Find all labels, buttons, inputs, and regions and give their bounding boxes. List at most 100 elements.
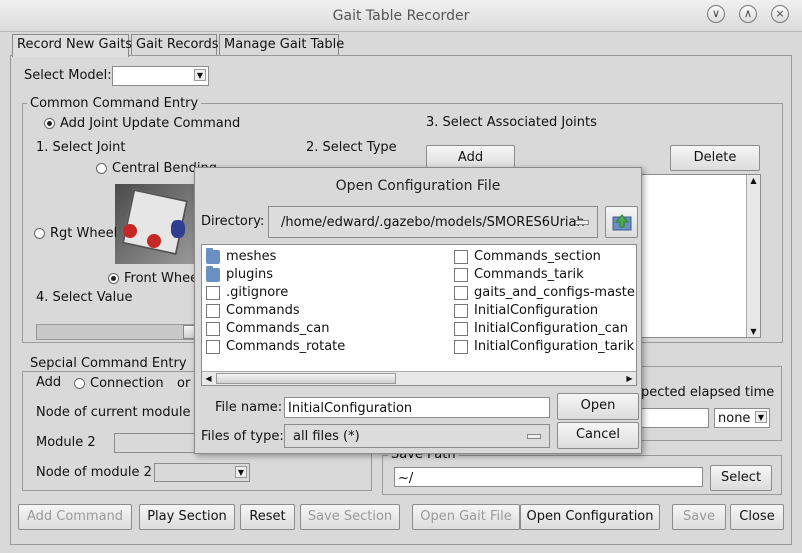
file-name-field[interactable]: InitialConfiguration <box>284 397 550 418</box>
or-label: or <box>177 376 191 391</box>
select-model-label: Select Model: <box>24 68 112 83</box>
rgt-wheel-label: Rgt Wheel <box>50 226 118 241</box>
delete-button[interactable]: Delete <box>670 145 760 171</box>
file-name: Commands <box>226 303 300 318</box>
node-current-label: Node of current module <box>36 405 191 420</box>
node-module2-combo[interactable]: ▼ <box>154 463 250 482</box>
vertical-scrollbar[interactable]: ▲ ▼ <box>746 175 760 337</box>
folder-icon <box>206 265 220 282</box>
connection-label: Connection <box>90 376 164 391</box>
save-path-field[interactable]: ~/ <box>394 467 703 487</box>
list-item[interactable]: InitialConfiguration_tarik <box>454 339 636 357</box>
up-folder-button[interactable] <box>605 206 638 238</box>
front-wheel-radio[interactable] <box>108 273 119 284</box>
files-of-type-label: Files of type: <box>201 429 284 444</box>
tab-gait-records[interactable]: Gait Records <box>131 34 219 56</box>
central-bending-radio[interactable] <box>96 163 107 174</box>
list-item[interactable]: plugins <box>206 265 446 285</box>
directory-value: /home/edward/.gazebo/models/SMORES6Uriah <box>281 215 585 230</box>
window-title: Gait Table Recorder <box>332 8 470 24</box>
open-configuration-button[interactable]: Open Configuration <box>520 504 660 530</box>
files-of-type-value: all files (*) <box>293 429 360 444</box>
list-item[interactable]: gaits_and_configs-master.z <box>454 285 636 303</box>
tab-record-new-gaits[interactable]: Record New Gaits <box>12 34 132 57</box>
step1-label: 1. Select Joint <box>36 140 126 155</box>
list-item[interactable]: .gitignore <box>206 285 446 303</box>
file-name: Commands_rotate <box>226 339 346 354</box>
scroll-right-icon[interactable]: ▶ <box>624 373 635 384</box>
file-icon <box>206 303 220 318</box>
connection-radio[interactable] <box>74 378 85 389</box>
directory-combo[interactable]: /home/edward/.gazebo/models/SMORES6Uriah <box>268 206 598 238</box>
add-joint-label: Add Joint Update Command <box>60 116 241 131</box>
file-name: InitialConfiguration_tarik <box>474 339 635 354</box>
list-item[interactable]: Commands <box>206 303 446 321</box>
scroll-left-icon[interactable]: ◀ <box>203 373 214 384</box>
select-model-combo[interactable]: ▼ <box>112 66 209 86</box>
select-button[interactable]: Select <box>710 465 772 491</box>
wheel-red-front <box>147 234 161 248</box>
special-add-label: Add <box>36 375 62 390</box>
add-command-button[interactable]: Add Command <box>18 504 132 530</box>
file-name: meshes <box>226 249 277 264</box>
open-configuration-dialog: Open Configuration File Directory: /home… <box>194 167 642 454</box>
front-wheel-label: Front Wheel <box>124 271 202 286</box>
dialog-title: Open Configuration File <box>335 178 501 194</box>
file-name: gaits_and_configs-master.z <box>474 285 636 300</box>
add-joint-radio[interactable] <box>44 118 55 129</box>
module2-field[interactable] <box>114 433 196 453</box>
file-name: Commands_section <box>474 249 601 264</box>
file-name: InitialConfiguration <box>474 303 599 318</box>
none-combo[interactable]: none ▼ <box>714 408 770 428</box>
list-item[interactable]: Commands_can <box>206 321 446 339</box>
scroll-up-icon[interactable]: ▲ <box>748 175 759 186</box>
directory-dropdown-icon <box>575 220 589 225</box>
list-item[interactable]: Commands_tarik <box>454 267 636 285</box>
file-column-1: meshes plugins .gitignore Commands Comma… <box>206 247 446 357</box>
tab-manage-gait-table[interactable]: Manage Gait Table <box>219 34 344 56</box>
file-icon <box>206 321 220 336</box>
step3-label: 3. Select Associated Joints <box>426 115 597 130</box>
step2-label: 2. Select Type <box>306 140 397 155</box>
file-name: Commands_can <box>226 321 330 336</box>
list-item[interactable]: meshes <box>206 247 446 267</box>
file-icon <box>454 285 468 300</box>
minimize-icon[interactable]: ∨ <box>707 5 725 23</box>
file-list[interactable]: meshes plugins .gitignore Commands Comma… <box>201 244 637 386</box>
save-section-button[interactable]: Save Section <box>300 504 400 530</box>
module2-label: Module 2 <box>36 435 96 450</box>
open-button[interactable]: Open <box>557 393 639 420</box>
list-item[interactable]: InitialConfiguration_can <box>454 321 636 339</box>
cancel-button[interactable]: Cancel <box>557 422 639 449</box>
play-section-button[interactable]: Play Section <box>139 504 235 530</box>
reset-button[interactable]: Reset <box>240 504 295 530</box>
file-name: plugins <box>226 267 273 282</box>
directory-label: Directory: <box>201 214 265 229</box>
list-item[interactable]: Commands_rotate <box>206 339 446 357</box>
file-name: .gitignore <box>226 285 289 300</box>
maximize-icon[interactable]: ∧ <box>739 5 757 23</box>
horizontal-scrollbar[interactable]: ◀ ▶ <box>202 371 636 385</box>
wheel-red-left <box>123 224 137 238</box>
file-name: InitialConfiguration_can <box>474 321 628 336</box>
step4-label: 4. Select Value <box>36 290 133 305</box>
file-name-label: File name: <box>215 400 283 415</box>
elapsed-time-field[interactable] <box>641 408 709 428</box>
list-item[interactable]: Commands_section <box>454 249 636 267</box>
file-icon <box>206 339 220 354</box>
close-window-icon[interactable]: × <box>771 5 789 23</box>
value-slider[interactable] <box>36 324 196 340</box>
up-folder-icon <box>612 214 631 231</box>
file-icon <box>454 321 468 336</box>
close-button[interactable]: Close <box>730 504 784 530</box>
open-gait-file-button[interactable]: Open Gait File <box>412 504 520 530</box>
scroll-down-icon[interactable]: ▼ <box>748 326 759 337</box>
file-icon <box>454 267 468 282</box>
list-item[interactable]: InitialConfiguration <box>454 303 636 321</box>
rgt-wheel-radio[interactable] <box>34 228 45 239</box>
folder-icon <box>206 247 220 264</box>
save-button[interactable]: Save <box>672 504 726 530</box>
title-bar: Gait Table Recorder ∨ ∧ × <box>0 0 802 32</box>
scroll-thumb[interactable] <box>216 373 396 384</box>
files-of-type-combo[interactable]: all files (*) <box>284 424 550 448</box>
